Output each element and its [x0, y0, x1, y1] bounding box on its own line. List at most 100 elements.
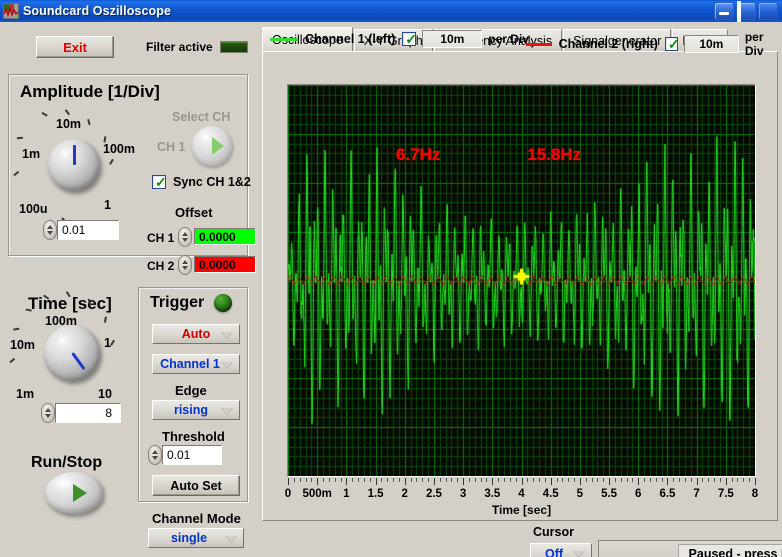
amplitude-title: Amplitude [1/Div] — [20, 82, 160, 101]
x-axis-tick-label: 4.5 — [542, 488, 559, 500]
time-tick — [103, 316, 107, 323]
channel-mode-combo[interactable]: single — [148, 528, 244, 548]
x-axis-tick-mark — [492, 478, 494, 485]
chevron-down-icon — [221, 332, 233, 339]
x-axis-minor-tick — [655, 478, 657, 482]
x-axis-minor-tick — [614, 478, 616, 482]
x-axis-tick-label: 3 — [459, 488, 467, 500]
time-spin-arrows[interactable] — [41, 403, 55, 423]
amplitude-value-field[interactable]: 0.01 — [57, 220, 119, 240]
time-knob[interactable] — [44, 325, 100, 381]
x-axis-minor-tick — [503, 478, 505, 482]
check-icon: ✓ — [667, 36, 680, 52]
x-axis-minor-tick — [568, 478, 570, 482]
x-axis-minor-tick — [690, 478, 692, 482]
time-value-spinbox[interactable]: 8 — [41, 403, 121, 423]
channel-1-enable-checkbox[interactable]: ✓ — [402, 31, 418, 47]
x-axis-tick-mark — [375, 478, 377, 485]
x-axis-tick-mark — [667, 478, 669, 485]
x-axis-minor-tick — [474, 478, 476, 482]
status-message: Paused - press Run/Stop to continue - CH… — [677, 544, 782, 557]
time-knob-label-10: 10 — [98, 387, 112, 401]
offset-ch2-label: CH 2 — [147, 259, 175, 273]
x-axis-tick-label: 8 — [751, 488, 759, 500]
threshold-spin-arrows[interactable] — [148, 445, 162, 465]
offset-ch2-spin-arrows[interactable] — [178, 255, 192, 275]
x-axis-minor-tick — [416, 478, 418, 482]
auto-set-button[interactable]: Auto Set — [152, 475, 240, 496]
trigger-threshold-field[interactable]: 0.01 — [162, 445, 222, 465]
chevron-down-icon — [225, 536, 237, 543]
trigger-source-combo[interactable]: Channel 1 — [152, 354, 240, 374]
offset-ch1-label: CH 1 — [147, 231, 175, 245]
control-panel: Exit Filter active Amplitude [1/Div] 1m … — [0, 22, 258, 557]
channel-2-controls: Channel 2 (right) ✓ 10m per Div — [526, 30, 782, 58]
x-axis-minor-tick — [340, 478, 342, 482]
x-axis-minor-tick — [457, 478, 459, 482]
offset-ch1-field[interactable]: 0.0000 — [194, 228, 256, 245]
x-axis-minor-tick — [649, 478, 651, 482]
time-knob-pointer — [70, 352, 85, 371]
x-axis-tick-label: 6 — [635, 488, 642, 500]
minimize-icon[interactable] — [714, 2, 734, 20]
cursor-combo[interactable]: Off — [530, 543, 592, 557]
chevron-down-icon — [221, 408, 233, 415]
x-axis-minor-tick — [393, 478, 395, 482]
x-axis-minor-tick — [305, 478, 307, 482]
x-axis-tick-mark — [609, 478, 611, 485]
channel-1-scale-field[interactable]: 10m — [422, 30, 483, 48]
x-axis-tick-label: 4 — [518, 488, 525, 500]
time-knob-label-1m: 1m — [16, 387, 35, 401]
x-axis-minor-tick — [632, 478, 634, 482]
oscilloscope-plot[interactable]: 6.7Hz 15.8Hz — [287, 84, 756, 477]
filter-active-led — [220, 41, 248, 53]
x-axis-tick-label: 7.5 — [717, 488, 734, 500]
trigger-threshold-spinbox[interactable]: 0.01 — [148, 445, 222, 465]
sync-channels-checkbox[interactable]: ✓ — [152, 175, 167, 189]
x-axis-minor-tick — [299, 478, 301, 482]
maximize-icon[interactable] — [736, 1, 756, 22]
x-axis-minor-tick — [731, 478, 733, 482]
run-stop-button[interactable] — [45, 472, 103, 514]
trigger-mode-value: Auto — [181, 327, 211, 341]
amplitude-spin-arrows[interactable] — [43, 220, 57, 240]
run-stop-label: Run/Stop — [31, 454, 103, 471]
channel-2-enable-checkbox[interactable]: ✓ — [664, 36, 680, 52]
x-axis-tick-label: 2 — [401, 488, 408, 500]
channel-1-perdiv-label: per Div — [488, 32, 529, 46]
amplitude-knob-label-10m: 10m — [56, 117, 82, 131]
x-axis-minor-tick — [515, 478, 517, 482]
x-axis-minor-tick — [381, 478, 383, 482]
x-axis-minor-tick — [293, 478, 295, 482]
x-axis-tick-label: 7 — [693, 488, 700, 500]
time-knob-label-100m: 100m — [45, 314, 77, 328]
trigger-threshold-label: Threshold — [162, 429, 225, 444]
offset-ch2-field[interactable]: 0.0000 — [194, 256, 256, 273]
x-axis-minor-tick — [323, 478, 325, 482]
check-icon: ✓ — [405, 31, 418, 47]
annotation-frequency-1: 6.7Hz — [395, 144, 441, 164]
time-value-field[interactable]: 8 — [55, 403, 121, 423]
trigger-edge-combo[interactable]: rising — [152, 400, 240, 420]
amplitude-knob[interactable] — [48, 139, 100, 191]
select-ch-knob[interactable] — [192, 126, 232, 166]
x-axis-tick-label: 5 — [576, 488, 584, 500]
x-axis-minor-tick — [527, 478, 529, 482]
exit-button[interactable]: Exit — [36, 36, 114, 58]
select-ch-value: CH 1 — [157, 140, 186, 154]
amplitude-value-spinbox[interactable]: 0.01 — [43, 220, 119, 240]
annotation-frequency-2: 15.8Hz — [527, 144, 582, 164]
offset-ch1-spin-arrows[interactable] — [178, 227, 192, 247]
x-axis-minor-tick — [749, 478, 751, 482]
x-axis-minor-tick — [352, 478, 354, 482]
close-icon[interactable] — [758, 2, 778, 20]
x-axis-tick-label: 3.5 — [484, 488, 501, 500]
channel-2-scale-field[interactable]: 10m — [683, 35, 739, 53]
x-axis-tick-mark — [696, 478, 698, 485]
channel-2-color-swatch — [526, 42, 552, 46]
x-axis-minor-tick — [398, 478, 400, 482]
time-tick — [13, 328, 20, 331]
x-axis-minor-tick — [708, 478, 710, 482]
trigger-mode-combo[interactable]: Auto — [152, 324, 240, 344]
x-axis-title: Time [sec] — [491, 503, 552, 517]
